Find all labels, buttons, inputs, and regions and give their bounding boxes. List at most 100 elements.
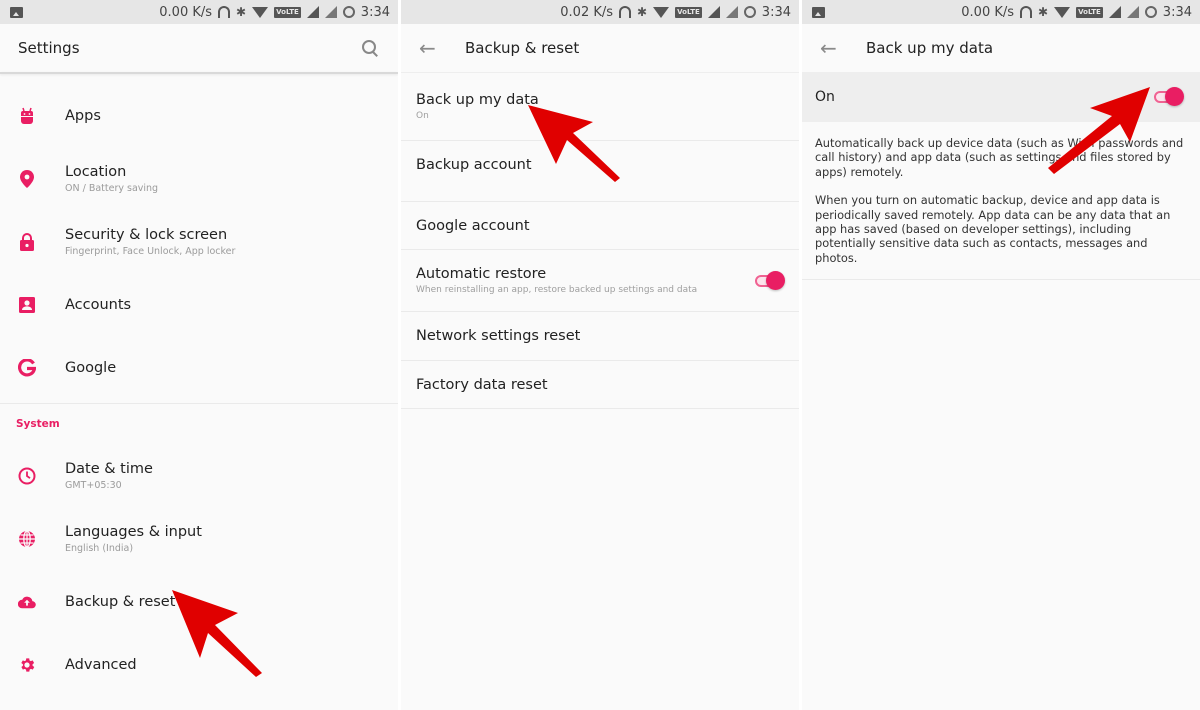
- network-speed: 0.00 K/s: [961, 4, 1015, 20]
- signal-icon: [707, 6, 720, 18]
- signal-2-icon: [725, 6, 738, 18]
- backup-master-toggle[interactable]: [1154, 87, 1184, 107]
- settings-item-google[interactable]: Google: [0, 336, 398, 399]
- automatic-restore-toggle[interactable]: [755, 270, 785, 291]
- item-title: Advanced: [65, 656, 137, 673]
- item-title: Factory data reset: [416, 376, 548, 393]
- back-arrow-icon[interactable]: ←: [820, 36, 866, 60]
- settings-item-accounts[interactable]: Accounts: [0, 273, 398, 336]
- backup-options-list: Back up my data On Backup account Google…: [401, 73, 799, 409]
- lock-icon: [18, 232, 36, 251]
- toggle-thumb: [766, 270, 785, 290]
- item-title: Google: [65, 359, 117, 376]
- headphones-icon: [1020, 6, 1033, 18]
- signal-icon: [306, 6, 319, 18]
- item-title: Security & lock screen: [65, 226, 228, 243]
- page-title: Backup & reset: [465, 39, 580, 57]
- app-bar: ← Backup & reset: [401, 24, 799, 72]
- globe-icon: [18, 529, 36, 548]
- back-arrow-icon[interactable]: ←: [419, 36, 465, 60]
- item-subtitle: On: [416, 111, 429, 121]
- bluetooth-icon: ✱: [236, 5, 247, 19]
- item-title: Backup & reset: [65, 593, 176, 610]
- settings-screen: 0.00 K/s ✱ VoLTE 3:34 Settings Apps Loca…: [0, 0, 398, 710]
- settings-item-date-time[interactable]: Date & time GMT+05:30: [0, 444, 398, 507]
- settings-item-advanced[interactable]: Advanced: [0, 633, 398, 696]
- image-notification-icon: [10, 6, 23, 18]
- page-title: Back up my data: [866, 39, 994, 57]
- battery-icon: [743, 6, 756, 18]
- cloud-upload-icon: [18, 593, 36, 611]
- item-title: Apps: [65, 107, 101, 124]
- item-subtitle: GMT+05:30: [65, 479, 122, 491]
- section-header-system: System: [16, 418, 60, 430]
- backup-item-network-settings-reset[interactable]: Network settings reset: [401, 312, 799, 361]
- settings-item-apps[interactable]: Apps: [0, 84, 398, 147]
- item-subtitle: ON / Battery saving: [65, 182, 159, 194]
- backup-item-google-account[interactable]: Google account: [401, 202, 799, 250]
- headphones-icon: [619, 6, 632, 18]
- item-subtitle: Fingerprint, Face Unlock, App locker: [65, 245, 236, 257]
- backup-description: Automatically back up device data (such …: [802, 122, 1200, 281]
- image-notification-icon: [812, 6, 825, 18]
- wifi-icon: [653, 6, 670, 18]
- item-title: Back up my data: [416, 92, 539, 108]
- item-title: Date & time: [65, 460, 153, 477]
- item-subtitle: When reinstalling an app, restore backed…: [416, 285, 698, 295]
- clock-time: 3:34: [761, 4, 791, 20]
- clock-time: 3:34: [1162, 4, 1192, 20]
- description-paragraph: When you turn on automatic backup, devic…: [815, 193, 1171, 265]
- backup-item-factory-data-reset[interactable]: Factory data reset: [401, 361, 799, 409]
- settings-item-backup-reset[interactable]: Backup & reset: [0, 570, 398, 633]
- search-icon[interactable]: [362, 40, 378, 56]
- battery-icon: [342, 6, 355, 18]
- item-title: Google account: [416, 217, 530, 234]
- item-title: Location: [65, 163, 127, 180]
- status-bar: 0.00 K/s ✱ VoLTE 3:34: [802, 0, 1200, 24]
- settings-item-location[interactable]: Location ON / Battery saving: [0, 147, 398, 210]
- master-switch-label: On: [815, 89, 835, 105]
- signal-2-icon: [324, 6, 337, 18]
- network-speed: 0.00 K/s: [159, 4, 213, 20]
- signal-icon: [1108, 6, 1121, 18]
- wifi-icon: [1054, 6, 1071, 18]
- volte-icon: VoLTE: [1076, 6, 1103, 18]
- wifi-icon: [252, 6, 269, 18]
- backup-reset-screen: 0.02 K/s ✱ VoLTE 3:34 ← Backup & reset B…: [401, 0, 799, 710]
- app-bar: ← Back up my data: [802, 24, 1200, 72]
- settings-item-security[interactable]: Security & lock screen Fingerprint, Face…: [0, 210, 398, 273]
- gear-icon: [18, 656, 36, 674]
- item-title: Network settings reset: [416, 328, 581, 344]
- headphones-icon: [218, 6, 231, 18]
- backup-item-automatic-restore[interactable]: Automatic restore When reinstalling an a…: [401, 250, 799, 312]
- settings-item-languages[interactable]: Languages & input English (India): [0, 507, 398, 570]
- location-pin-icon: [18, 169, 36, 188]
- status-bar: 0.00 K/s ✱ VoLTE 3:34: [0, 0, 398, 24]
- network-speed: 0.02 K/s: [560, 4, 614, 20]
- clock-icon: [18, 467, 36, 485]
- volte-icon: VoLTE: [675, 6, 702, 18]
- back-up-my-data-screen: 0.00 K/s ✱ VoLTE 3:34 ← Back up my data …: [802, 0, 1200, 710]
- item-subtitle: English (India): [65, 542, 134, 554]
- toggle-thumb: [1165, 87, 1184, 106]
- item-title: Accounts: [65, 296, 132, 313]
- volte-icon: VoLTE: [274, 6, 301, 18]
- item-title: Languages & input: [65, 523, 202, 540]
- backup-item-back-up-my-data[interactable]: Back up my data On: [401, 73, 799, 141]
- backup-item-backup-account[interactable]: Backup account: [401, 141, 799, 202]
- clock-time: 3:34: [360, 4, 390, 20]
- item-title: Backup account: [416, 157, 532, 173]
- description-paragraph: Automatically back up device data (such …: [815, 136, 1184, 179]
- bluetooth-icon: ✱: [637, 5, 648, 19]
- battery-icon: [1144, 6, 1157, 18]
- app-bar: Settings: [0, 24, 398, 72]
- status-bar: 0.02 K/s ✱ VoLTE 3:34: [401, 0, 799, 24]
- backup-master-switch-row[interactable]: On: [802, 72, 1200, 122]
- item-title: Automatic restore: [416, 266, 547, 282]
- account-box-icon: [18, 296, 36, 314]
- android-icon: [18, 107, 36, 125]
- google-g-icon: [18, 358, 36, 377]
- bluetooth-icon: ✱: [1038, 5, 1049, 19]
- settings-list: Apps Location ON / Battery saving Securi…: [0, 74, 398, 696]
- page-title: Settings: [18, 39, 80, 57]
